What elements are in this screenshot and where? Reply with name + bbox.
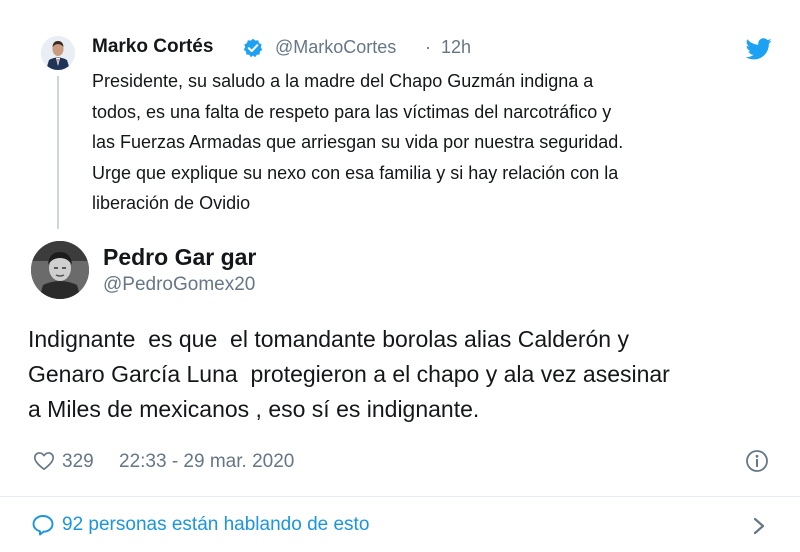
heart-icon[interactable] [33,450,55,472]
speech-bubble-icon[interactable] [31,513,55,537]
twitter-bird-icon[interactable] [745,38,772,60]
meta-separator: · [425,37,431,57]
reply-tweet-text: Indignante es que el tomandante borolas … [28,326,670,422]
footer-divider [0,496,800,497]
reply-author-name[interactable]: Pedro Gar gar [103,244,256,271]
tweet-timestamp[interactable]: 22:33 - 29 mar. 2020 [119,451,294,473]
avatar-marko[interactable] [41,36,75,70]
like-count[interactable]: 329 [62,451,94,473]
thread-connector-line [57,76,59,229]
quoted-tweet-time[interactable]: 12h [441,37,471,58]
quoted-tweet-text: Presidente, su saludo a la madre del Cha… [92,71,624,213]
quoted-author-handle[interactable]: @MarkoCortes [275,37,396,58]
avatar-pedro[interactable] [31,241,89,299]
quoted-author-name[interactable]: Marko Cortés [92,36,213,58]
verified-badge-icon [243,38,263,58]
reply-author-handle[interactable]: @PedroGomex20 [103,274,255,296]
info-icon[interactable] [745,449,769,473]
conversation-link[interactable]: 92 personas están hablando de esto [62,514,369,536]
chevron-right-icon[interactable] [750,514,768,538]
